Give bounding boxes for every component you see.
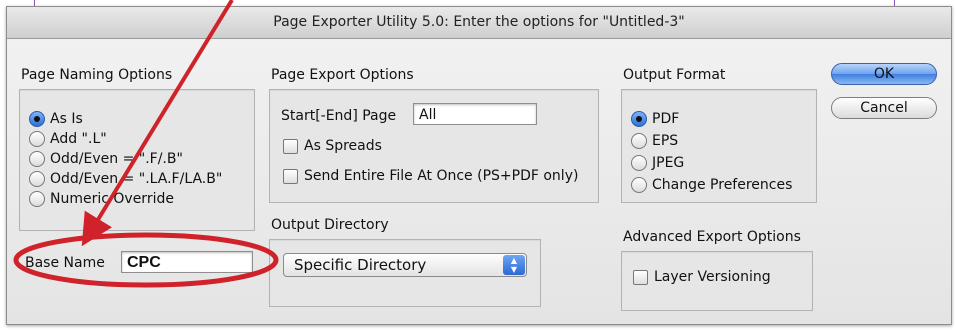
- checkbox-icon: [283, 168, 298, 184]
- base-name-field[interactable]: CPC: [121, 251, 253, 273]
- radio-add-l[interactable]: Add ".L": [29, 129, 107, 149]
- base-name-label: Base Name: [25, 255, 105, 271]
- start-end-label: Start[-End] Page: [281, 108, 397, 124]
- radio-label: Odd/Even = ".F/.B": [50, 151, 183, 167]
- radio-selected-icon: [29, 111, 45, 127]
- cancel-button[interactable]: Cancel: [831, 97, 937, 119]
- output-directory-heading: Output Directory: [271, 217, 389, 233]
- radio-label: PDF: [652, 111, 680, 127]
- as-spreads-checkbox[interactable]: As Spreads: [283, 136, 382, 156]
- radio-format-eps[interactable]: EPS: [631, 131, 678, 151]
- checkbox-label: Send Entire File At Once (PS+PDF only): [304, 168, 579, 184]
- radio-odd-even-fb[interactable]: Odd/Even = ".F/.B": [29, 149, 183, 169]
- advanced-heading: Advanced Export Options: [623, 229, 801, 245]
- page-export-heading: Page Export Options: [271, 67, 414, 83]
- page-naming-heading: Page Naming Options: [21, 67, 173, 83]
- dialog-body: Page Naming Options As Is Add ".L" Odd/E…: [7, 39, 951, 324]
- window-title: Page Exporter Utility 5.0: Enter the opt…: [7, 7, 951, 39]
- radio-icon: [631, 177, 647, 193]
- layer-versioning-checkbox[interactable]: Layer Versioning: [633, 267, 771, 287]
- send-entire-file-checkbox[interactable]: Send Entire File At Once (PS+PDF only): [283, 166, 578, 186]
- popup-value: Specific Directory: [294, 256, 427, 274]
- radio-label: JPEG: [652, 155, 685, 171]
- checkbox-label: Layer Versioning: [654, 269, 771, 285]
- ok-button[interactable]: OK: [831, 63, 937, 85]
- radio-label: As Is: [50, 111, 83, 127]
- popup-arrows-icon: ▲ ▼: [503, 255, 525, 275]
- checkbox-icon: [633, 269, 648, 285]
- output-directory-popup[interactable]: Specific Directory ▲ ▼: [283, 253, 527, 277]
- radio-icon: [29, 171, 45, 187]
- output-format-heading: Output Format: [623, 67, 726, 83]
- radio-selected-icon: [631, 111, 647, 127]
- export-dialog: Page Exporter Utility 5.0: Enter the opt…: [6, 6, 952, 325]
- radio-icon: [631, 133, 647, 149]
- radio-icon: [29, 131, 45, 147]
- radio-as-is[interactable]: As Is: [29, 109, 83, 129]
- radio-odd-even-la[interactable]: Odd/Even = ".LA.F/LA.B": [29, 169, 222, 189]
- radio-label: EPS: [652, 133, 679, 149]
- radio-format-pdf[interactable]: PDF: [631, 109, 679, 129]
- radio-label: Add ".L": [50, 131, 107, 147]
- radio-numeric-override[interactable]: Numeric Override: [29, 189, 174, 209]
- start-end-field[interactable]: All: [413, 103, 537, 125]
- checkbox-label: As Spreads: [304, 138, 382, 154]
- radio-label: Numeric Override: [50, 191, 174, 207]
- checkbox-icon: [283, 138, 298, 154]
- radio-icon: [29, 191, 45, 207]
- radio-icon: [631, 155, 647, 171]
- radio-icon: [29, 151, 45, 167]
- radio-label: Odd/Even = ".LA.F/LA.B": [50, 171, 223, 187]
- radio-label: Change Preferences: [652, 177, 793, 193]
- radio-change-preferences[interactable]: Change Preferences: [631, 175, 792, 195]
- radio-format-jpeg[interactable]: JPEG: [631, 153, 684, 173]
